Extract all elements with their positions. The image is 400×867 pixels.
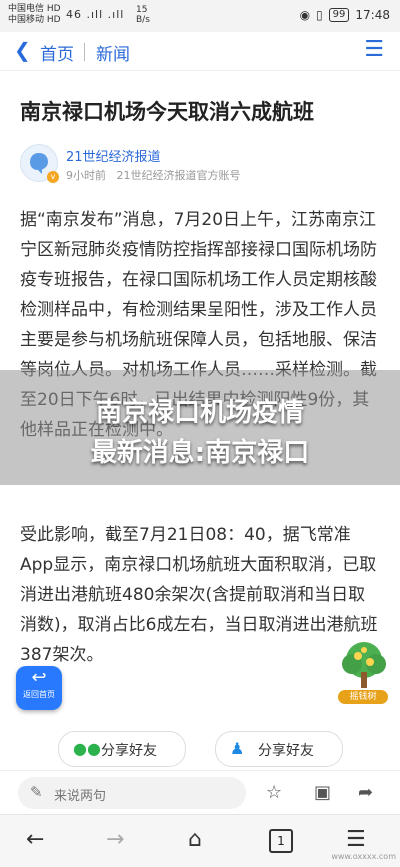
share-icon[interactable]: ➦ [358, 782, 373, 803]
account-type: 21世纪经济报道官方账号 [116, 169, 241, 182]
wechat-icon: ●● [73, 739, 101, 758]
verified-badge-icon: v [47, 171, 59, 183]
tree-icon [342, 642, 386, 688]
money-tree-widget[interactable]: 摇钱树 [336, 640, 392, 708]
article-paragraph: 受此影响，截至7月21日08：40，据飞常准App显示，南京禄口机场航班大面积取… [20, 525, 378, 665]
chat-bubble-icon [30, 153, 48, 174]
battery-icon: 99 [328, 8, 350, 22]
share-wechat-button[interactable]: ●● 分享好友 [58, 731, 186, 767]
menu-icon[interactable]: ☰ [364, 37, 384, 62]
back-arrow-icon[interactable]: ← [26, 827, 44, 852]
share-qq-button[interactable]: ♟ 分享好友 [215, 731, 343, 767]
avatar[interactable]: v [20, 144, 59, 183]
banner-line-2: 最新消息:南京禄口 [90, 438, 310, 468]
back-icon[interactable]: ❮ [14, 38, 31, 62]
comment-input[interactable]: ✎ 来说两句 [18, 777, 246, 809]
home-icon[interactable]: ⌂ [188, 827, 202, 852]
carrier-1: 中国电信 HD [8, 4, 61, 14]
eye-icon: ◉ [299, 8, 311, 22]
vibrate-icon: ▯ [316, 8, 323, 22]
overlay-banner: 南京禄口机场疫情 最新消息:南京禄口 [0, 370, 400, 485]
comment-icon[interactable]: ▣ [314, 782, 331, 803]
comment-bar: ✎ 来说两句 ☆ ▣ ➦ [0, 770, 400, 815]
pen-icon: ✎ [30, 783, 43, 801]
banner-line-1: 南京禄口机场疫情 [95, 398, 304, 428]
return-arrow-icon: ↩ [31, 667, 47, 688]
source-name[interactable]: 21世纪经济报道 [66, 146, 161, 165]
nav-section-news[interactable]: 新闻 [96, 40, 130, 65]
qq-icon: ♟ [230, 739, 245, 758]
publish-time: 9小时前 [66, 169, 106, 182]
nav-home-link[interactable]: 首页 [40, 40, 74, 65]
clock: 17:48 [355, 8, 390, 22]
nav-divider [84, 43, 85, 61]
return-home-button[interactable]: ↩ 返回首页 [16, 666, 62, 710]
tabs-button[interactable]: 1 [269, 829, 293, 853]
star-icon[interactable]: ☆ [266, 782, 282, 803]
carrier-2: 中国移动 HD [8, 15, 61, 25]
status-bar: 中国电信 HD 中国移动 HD 46 .ıll .ıll 15 B/s ◉ ▯ … [0, 0, 400, 32]
article-title: 南京禄口机场今天取消六成航班 [20, 100, 314, 124]
more-icon[interactable]: ☰ [346, 827, 366, 852]
article-meta: 9小时前 21世纪经济报道官方账号 [66, 167, 241, 183]
tree-label: 摇钱树 [338, 690, 388, 704]
forward-arrow-icon[interactable]: → [106, 827, 124, 852]
signal-icon: 46 .ıll .ıll [66, 8, 125, 21]
watermark: www.oxxxx.com [331, 852, 396, 861]
nav-bar: ❮ 首页 新闻 ☰ [0, 32, 400, 71]
network-speed: 15 B/s [136, 5, 150, 25]
